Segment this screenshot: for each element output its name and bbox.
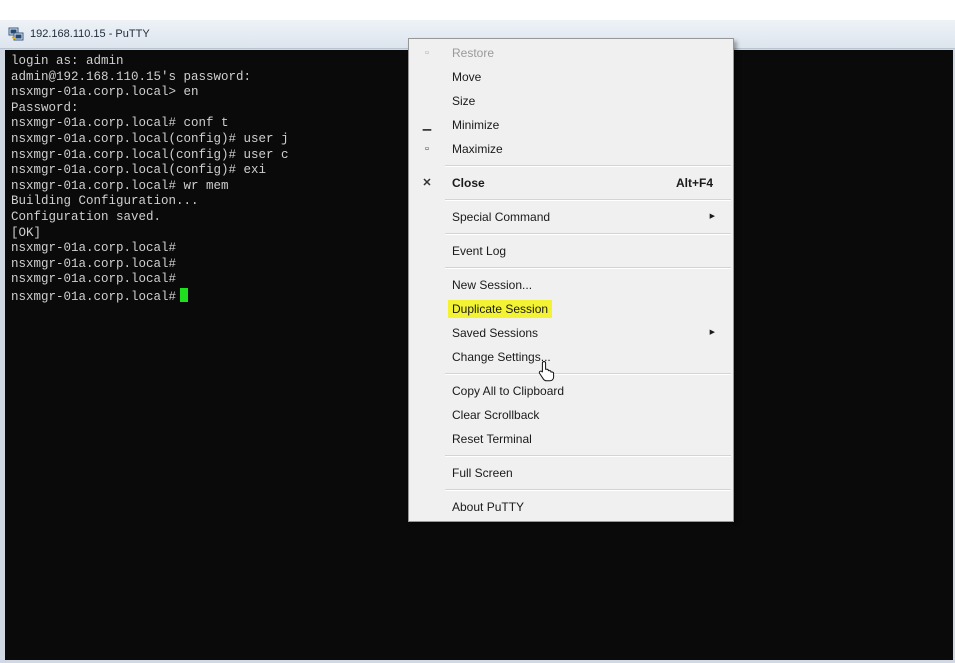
menu-item-label: Maximize [452, 142, 503, 156]
menu-item-label: About PuTTY [452, 500, 525, 514]
window-title: 192.168.110.15 - PuTTY [30, 28, 150, 40]
menu-item-label: Special Command [452, 210, 551, 224]
menu-item-event-log[interactable]: Event Log [409, 239, 733, 263]
hand-pointer-icon [538, 360, 556, 386]
menu-separator [445, 373, 731, 375]
menu-item-about[interactable]: About PuTTY [409, 495, 733, 519]
system-context-menu: ▫ Restore Move Size ▁ Minimize ▫ Maximiz… [408, 38, 734, 522]
terminal-prompt: nsxmgr-01a.corp.local# [11, 289, 177, 304]
menu-item-duplicate-session[interactable]: Duplicate Session [409, 297, 733, 321]
menu-item-label: Move [452, 70, 482, 84]
menu-item-full-screen[interactable]: Full Screen [409, 461, 733, 485]
menu-item-size[interactable]: Size [409, 89, 733, 113]
menu-item-copy-all[interactable]: Copy All to Clipboard [409, 379, 733, 403]
menu-separator [445, 233, 731, 235]
menu-item-clear-scrollback[interactable]: Clear Scrollback [409, 403, 733, 427]
menu-item-reset-terminal[interactable]: Reset Terminal [409, 427, 733, 451]
minimize-icon: ▁ [422, 119, 432, 131]
menu-item-label: Reset Terminal [452, 432, 532, 446]
menu-item-change-settings[interactable]: Change Settings... [409, 345, 733, 369]
menu-item-label: New Session... [452, 278, 533, 292]
menu-separator [445, 199, 731, 201]
menu-item-label: Duplicate Session [448, 300, 553, 318]
submenu-arrow-icon: ▶ [709, 213, 715, 220]
putty-icon[interactable] [8, 27, 24, 41]
menu-item-label: Event Log [452, 244, 507, 258]
menu-item-new-session[interactable]: New Session... [409, 273, 733, 297]
menu-item-minimize[interactable]: ▁ Minimize [409, 113, 733, 137]
menu-item-label: Full Screen [452, 466, 513, 480]
menu-item-restore[interactable]: ▫ Restore [409, 41, 733, 65]
maximize-icon: ▫ [425, 143, 429, 155]
menu-item-label: Change Settings... [452, 350, 551, 364]
menu-separator [445, 489, 731, 491]
terminal-cursor [180, 287, 189, 302]
menu-item-saved-sessions[interactable]: Saved Sessions ▶ [409, 321, 733, 345]
close-shortcut: Alt+F4 [675, 176, 713, 190]
menu-item-label: Copy All to Clipboard [452, 384, 565, 398]
menu-separator [445, 165, 731, 167]
menu-item-maximize[interactable]: ▫ Maximize [409, 137, 733, 161]
menu-item-label: Close [452, 176, 485, 190]
menu-item-label: Restore [452, 46, 495, 60]
submenu-arrow-icon: ▶ [709, 329, 715, 336]
menu-item-label: Minimize [452, 118, 500, 132]
menu-separator [445, 267, 731, 269]
menu-item-label: Saved Sessions [452, 326, 539, 340]
menu-item-label: Clear Scrollback [452, 408, 540, 422]
menu-item-move[interactable]: Move [409, 65, 733, 89]
menu-separator [445, 455, 731, 457]
menu-item-special-command[interactable]: Special Command ▶ [409, 205, 733, 229]
menu-item-label: Size [452, 94, 476, 108]
restore-icon: ▫ [425, 47, 429, 59]
close-icon: ✕ [422, 177, 432, 189]
menu-item-close[interactable]: ✕ Close Alt+F4 [409, 171, 733, 195]
